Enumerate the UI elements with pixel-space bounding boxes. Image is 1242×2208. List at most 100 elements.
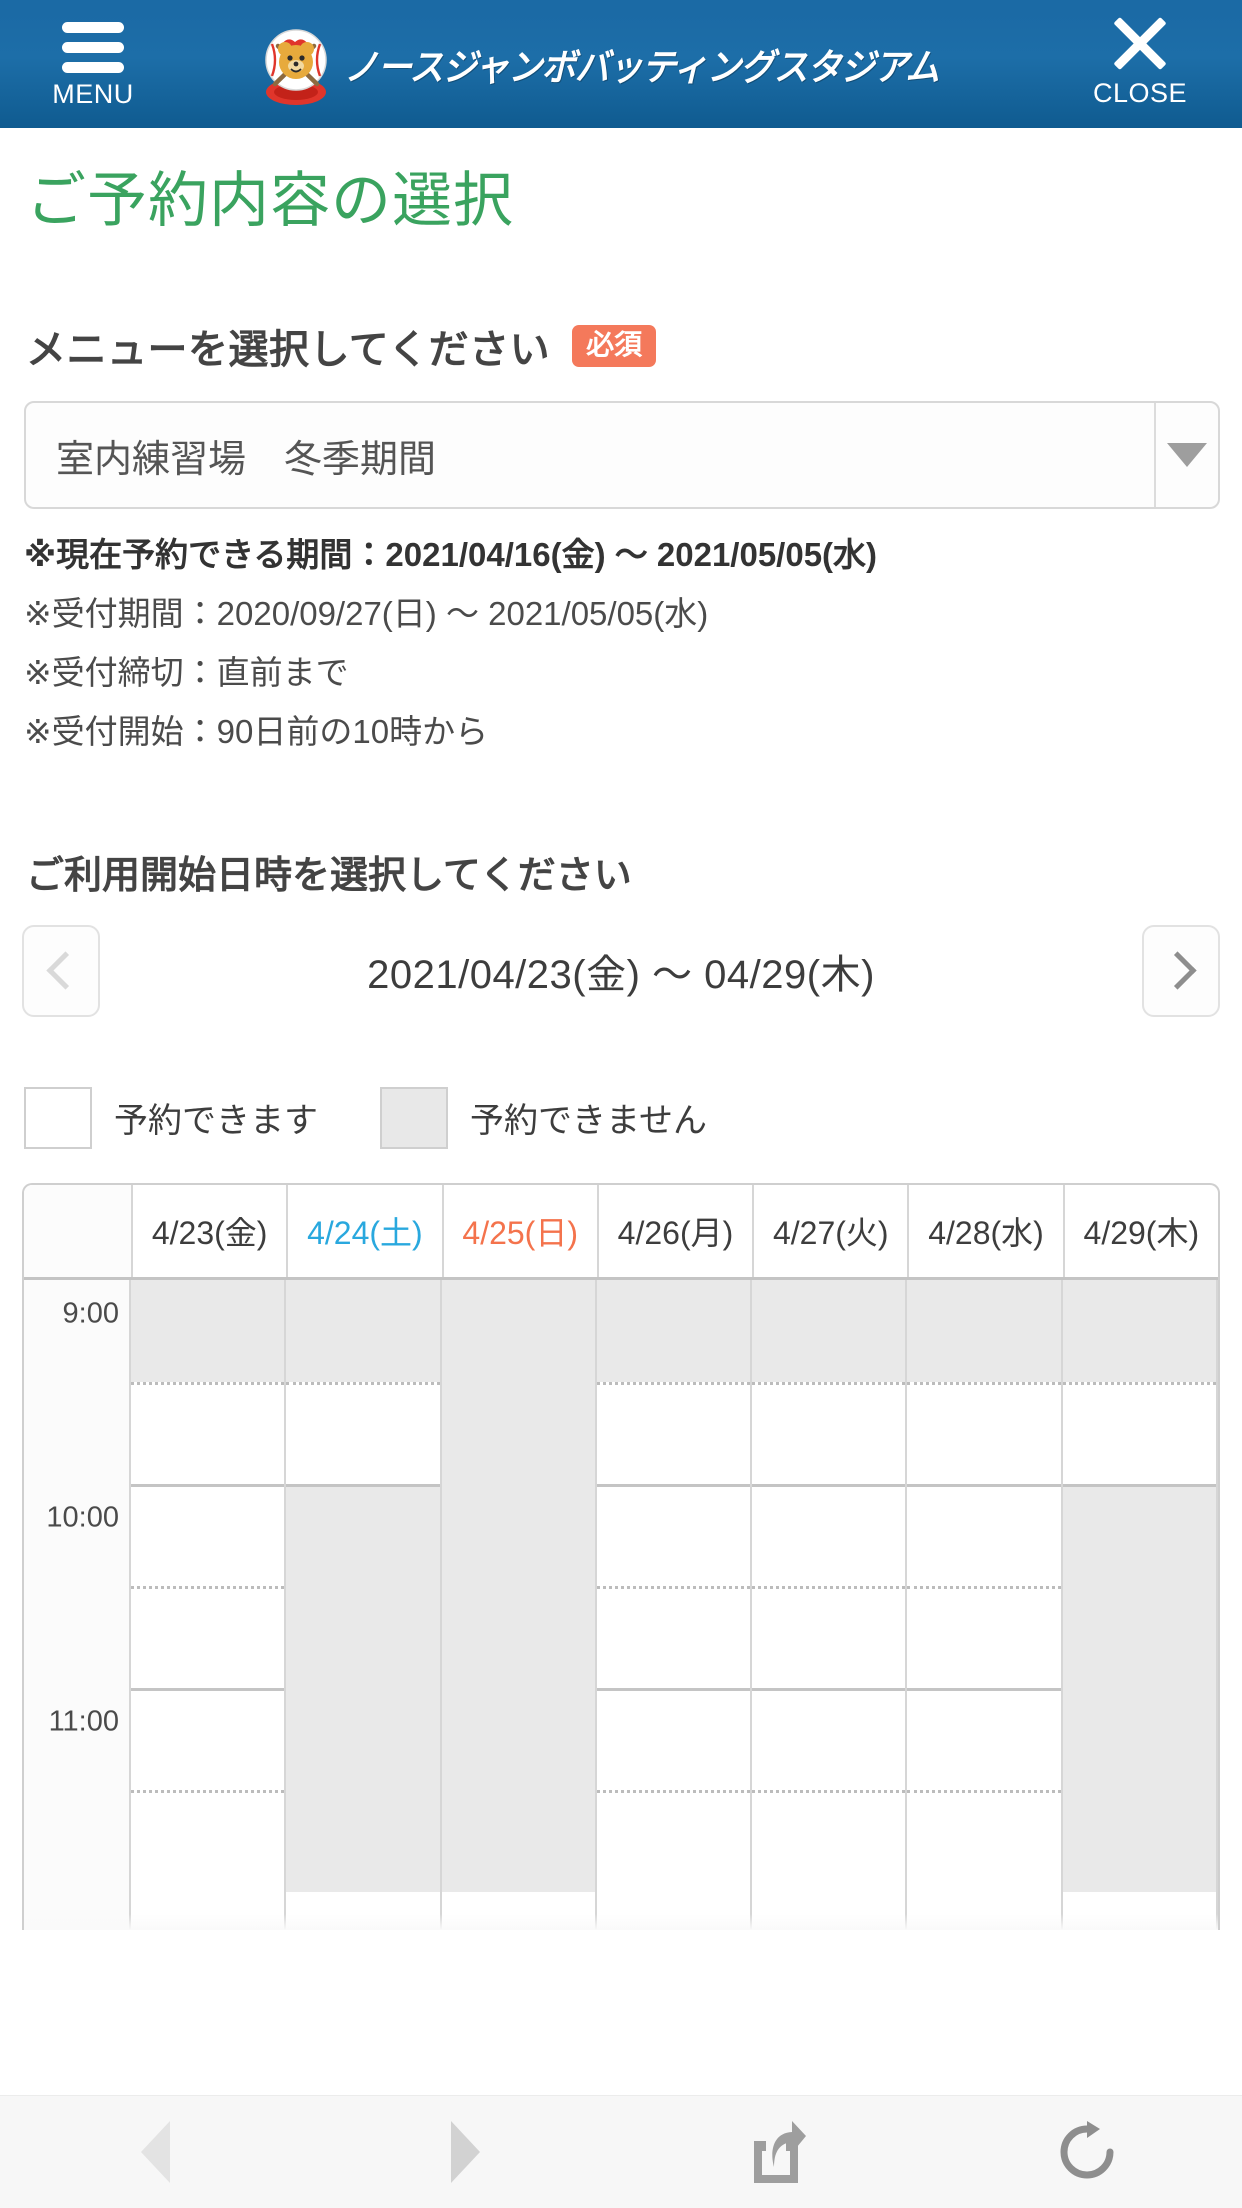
calendar-slot (907, 1279, 1061, 1382)
calendar-slot (1062, 1789, 1216, 1892)
calendar-slot[interactable] (286, 1381, 440, 1484)
calendar-day-column[interactable] (596, 1279, 753, 1930)
calendar-hour-line (596, 1483, 751, 1487)
menu-button[interactable]: MENU (38, 14, 148, 108)
triangle-left-icon (140, 2121, 170, 2183)
menu-select[interactable]: 室内練習場 冬季期間 (24, 401, 1220, 509)
menu-select-arrow[interactable] (1154, 403, 1218, 507)
time-label: 10:00 (46, 1501, 119, 1534)
legend-swatch-closed (380, 1086, 448, 1149)
calendar-slot[interactable] (1062, 1381, 1216, 1484)
calendar-slot[interactable] (907, 1789, 1061, 1892)
calendar-halfhour-line (907, 1789, 1061, 1793)
calendar-slot (286, 1483, 440, 1586)
calendar-slot (286, 1279, 440, 1382)
calendar-halfhour-line (131, 1585, 285, 1589)
share-icon (754, 2121, 807, 2183)
calendar-halfhour-line (907, 1381, 1061, 1385)
calendar-slot[interactable] (596, 1687, 751, 1790)
calendar-slot (286, 1687, 440, 1790)
calendar-day-header: 4/23(金) (133, 1184, 289, 1277)
calendar-day-header: 4/28(水) (909, 1184, 1065, 1277)
reservation-notes: ※現在予約できる期間：2021/04/16(金) 〜 2021/05/05(水)… (24, 529, 1220, 758)
legend-label: 予約できません (470, 1102, 707, 1141)
calendar-slot[interactable] (596, 1585, 751, 1688)
calendar-slot[interactable] (131, 1381, 285, 1484)
calendar-hour-line (752, 1687, 906, 1691)
calendar-hour-line (131, 1483, 285, 1487)
calendar-slot[interactable] (752, 1789, 906, 1892)
calendar-day-header: 4/25(日) (444, 1184, 599, 1277)
note-line: ※受付期間：2020/09/27(日) 〜 2021/05/05(水) (24, 595, 709, 633)
calendar-slot[interactable] (907, 1585, 1061, 1688)
calendar-slot (441, 1687, 595, 1790)
browser-reload-button[interactable] (932, 2096, 1242, 2208)
calendar-day-header: 4/26(月) (599, 1184, 755, 1277)
brand[interactable]: ノースジャンボバッティングスタジアム (258, 22, 984, 106)
next-week-button[interactable] (1142, 924, 1220, 1017)
mascot-logo-icon (258, 22, 334, 106)
triangle-right-icon (451, 2121, 481, 2183)
calendar-hour-line (907, 1483, 1061, 1487)
page-title: ご予約内容の選択 (26, 167, 514, 234)
browser-forward-button[interactable] (311, 2096, 622, 2208)
required-badge: 必須 (572, 325, 657, 367)
calendar-slot[interactable] (752, 1687, 906, 1790)
calendar-halfhour-line (752, 1585, 906, 1589)
calendar-day-column[interactable] (131, 1279, 287, 1930)
browser-share-button[interactable] (621, 2096, 932, 2208)
calendar-halfhour-line (286, 1381, 440, 1385)
menu-select-value: 室内練習場 冬季期間 (56, 438, 437, 481)
legend-item-available: 予約できます (24, 1086, 318, 1149)
calendar-halfhour-line (1062, 1381, 1216, 1385)
calendar-halfhour-line (596, 1789, 751, 1793)
calendar-slot (131, 1279, 285, 1382)
close-button-label: CLOSE (1092, 78, 1188, 108)
time-label: 9:00 (62, 1297, 119, 1330)
calendar-halfhour-line (131, 1789, 285, 1793)
calendar-day-column[interactable] (1062, 1279, 1218, 1930)
calendar-hour-line (1062, 1483, 1216, 1487)
calendar-day-column[interactable] (907, 1279, 1063, 1930)
datetime-section-heading: ご利用開始日時を選択してください (26, 854, 632, 897)
browser-back-button[interactable] (0, 2096, 311, 2208)
calendar-slot[interactable] (907, 1381, 1061, 1484)
calendar-day-column[interactable] (752, 1279, 908, 1930)
calendar-slot[interactable] (131, 1483, 285, 1586)
calendar-slot (441, 1585, 595, 1688)
calendar-slot (1062, 1483, 1216, 1586)
calendar-slot[interactable] (752, 1585, 906, 1688)
calendar-day-header: 4/24(土) (288, 1184, 444, 1277)
calendar-slot[interactable] (596, 1483, 751, 1586)
note-line: ※受付締切：直前まで (24, 654, 349, 692)
calendar-halfhour-line (596, 1381, 751, 1385)
hamburger-icon (62, 14, 124, 73)
brand-title: ノースジャンボバッティングスタジアム (344, 47, 940, 88)
calendar-slot[interactable] (596, 1789, 751, 1892)
calendar-halfhour-line (752, 1381, 906, 1385)
calendar-slot[interactable] (752, 1483, 906, 1586)
time-label: 11:00 (48, 1705, 119, 1738)
calendar-slot (286, 1789, 440, 1892)
chevron-down-icon (1167, 443, 1207, 467)
calendar-slot (1062, 1687, 1216, 1790)
close-icon (1112, 14, 1168, 72)
calendar-hour-line (131, 1687, 285, 1691)
close-button[interactable]: CLOSE (1080, 14, 1200, 107)
calendar-slot[interactable] (596, 1381, 751, 1484)
calendar-slot[interactable] (131, 1585, 285, 1688)
calendar-slot[interactable] (907, 1483, 1061, 1586)
calendar-day-column[interactable] (441, 1279, 597, 1930)
calendar-slot[interactable] (131, 1687, 285, 1790)
calendar-day-column[interactable] (286, 1279, 442, 1930)
calendar-slot[interactable] (131, 1789, 285, 1892)
calendar-hour-line (596, 1687, 751, 1691)
calendar-slot (286, 1585, 440, 1688)
prev-week-button[interactable] (22, 924, 100, 1017)
legend-item-unavailable: 予約できません (380, 1086, 707, 1149)
menu-section-heading-label: メニューを選択してください (26, 328, 551, 372)
calendar-slot[interactable] (752, 1381, 906, 1484)
app-root: MENU ノースジャンボバッティングスタジアム CLOSE ご予約内容の選択 メ… (0, 0, 1242, 2208)
menu-button-label: MENU (52, 79, 134, 109)
calendar-slot[interactable] (907, 1687, 1061, 1790)
